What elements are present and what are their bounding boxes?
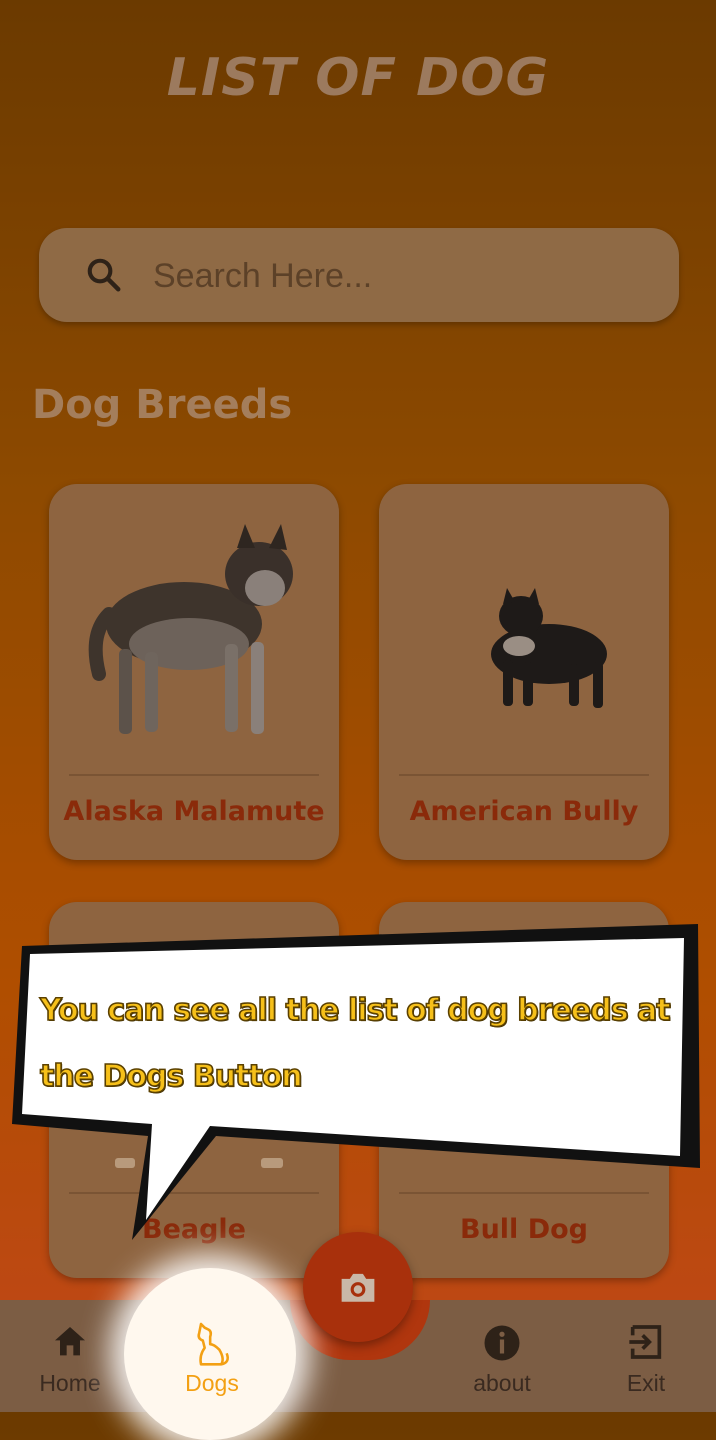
- nav-item-about[interactable]: about: [432, 1300, 572, 1412]
- tooltip-line-1: You can see all the list of dog breeds a…: [39, 992, 671, 1029]
- nav-item-dogs[interactable]: Dogs: [142, 1300, 282, 1412]
- nav-label: Dogs: [185, 1370, 239, 1396]
- nav-item-home[interactable]: Home: [0, 1300, 140, 1412]
- search-icon: [87, 258, 121, 292]
- card-divider: [399, 774, 649, 776]
- nav-label: Exit: [626, 1370, 666, 1396]
- breed-name: Alaska Malamute: [63, 796, 325, 827]
- tooltip-text: You can see all the list of dog breeds a…: [39, 978, 680, 1110]
- dog-icon: [197, 1322, 229, 1366]
- nav-item-exit[interactable]: Exit: [576, 1300, 716, 1412]
- breed-name: American Bully: [409, 796, 639, 827]
- nav-label: Home: [39, 1370, 101, 1396]
- camera-icon: [341, 1273, 375, 1302]
- dog-image: [491, 588, 607, 708]
- nav-label: about: [473, 1370, 531, 1396]
- card-divider: [69, 774, 319, 776]
- home-icon: [55, 1327, 85, 1356]
- search-input[interactable]: [151, 250, 635, 302]
- camera-button[interactable]: [303, 1232, 413, 1342]
- page-title: LIST OF DOG: [166, 48, 550, 108]
- tooltip-line-2: the Dogs Button: [39, 1058, 303, 1095]
- dog-image: [88, 524, 293, 734]
- section-title: Dog Breeds: [32, 382, 293, 428]
- exit-icon: [629, 1325, 662, 1359]
- breed-card-american-bully[interactable]: American Bully: [379, 484, 669, 860]
- breed-card-alaska-malamute[interactable]: Alaska Malamute: [49, 484, 339, 860]
- info-icon: [484, 1325, 520, 1361]
- search-bar[interactable]: [39, 228, 679, 322]
